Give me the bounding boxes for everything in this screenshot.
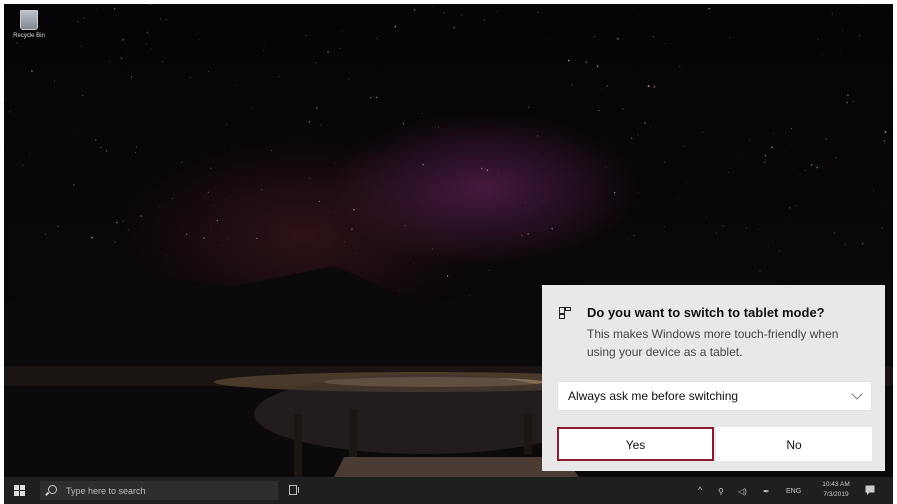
clock-date: 7/3/2019 xyxy=(823,491,849,498)
search-placeholder: Type here to search xyxy=(66,486,146,496)
taskbar: Type here to search ^ ⚲ ◁) ✒ ENG 10:43 A… xyxy=(4,477,893,504)
tablet-mode-icon xyxy=(559,307,571,319)
task-view-icon[interactable] xyxy=(289,485,300,495)
clock[interactable]: 10:43 AM 7/3/2019 xyxy=(816,480,856,500)
taskbar-search-box[interactable]: Type here to search xyxy=(40,481,278,500)
pen-icon[interactable]: ✒ xyxy=(763,487,770,496)
language-indicator[interactable]: ENG xyxy=(786,488,801,495)
volume-icon[interactable]: ◁) xyxy=(738,487,747,496)
recycle-bin-glyph xyxy=(20,10,38,30)
action-center-icon[interactable] xyxy=(865,485,875,495)
notification-body: This makes Windows more touch-friendly w… xyxy=(587,327,839,359)
chevron-down-icon xyxy=(851,388,863,400)
recycle-bin-label: Recycle Bin xyxy=(13,33,45,39)
dropdown-selected-value: Always ask me before switching xyxy=(568,389,739,403)
search-icon xyxy=(48,485,57,494)
switch-behavior-dropdown[interactable]: Always ask me before switching xyxy=(557,381,872,411)
notification-title: Do you want to switch to tablet mode? xyxy=(587,305,825,320)
network-icon[interactable]: ⚲ xyxy=(718,487,724,496)
clock-time: 10:43 AM xyxy=(822,481,850,488)
yes-button[interactable]: Yes xyxy=(557,427,714,461)
show-hidden-icons-chevron-icon[interactable]: ^ xyxy=(698,485,702,495)
windows-start-icon[interactable] xyxy=(14,485,25,496)
desktop-background: Recycle Bin Do you want to switch to tab… xyxy=(4,4,893,477)
no-button[interactable]: No xyxy=(716,427,872,461)
recycle-bin-icon[interactable]: Recycle Bin xyxy=(12,10,46,39)
tablet-mode-notification: Do you want to switch to tablet mode? Th… xyxy=(542,285,885,471)
